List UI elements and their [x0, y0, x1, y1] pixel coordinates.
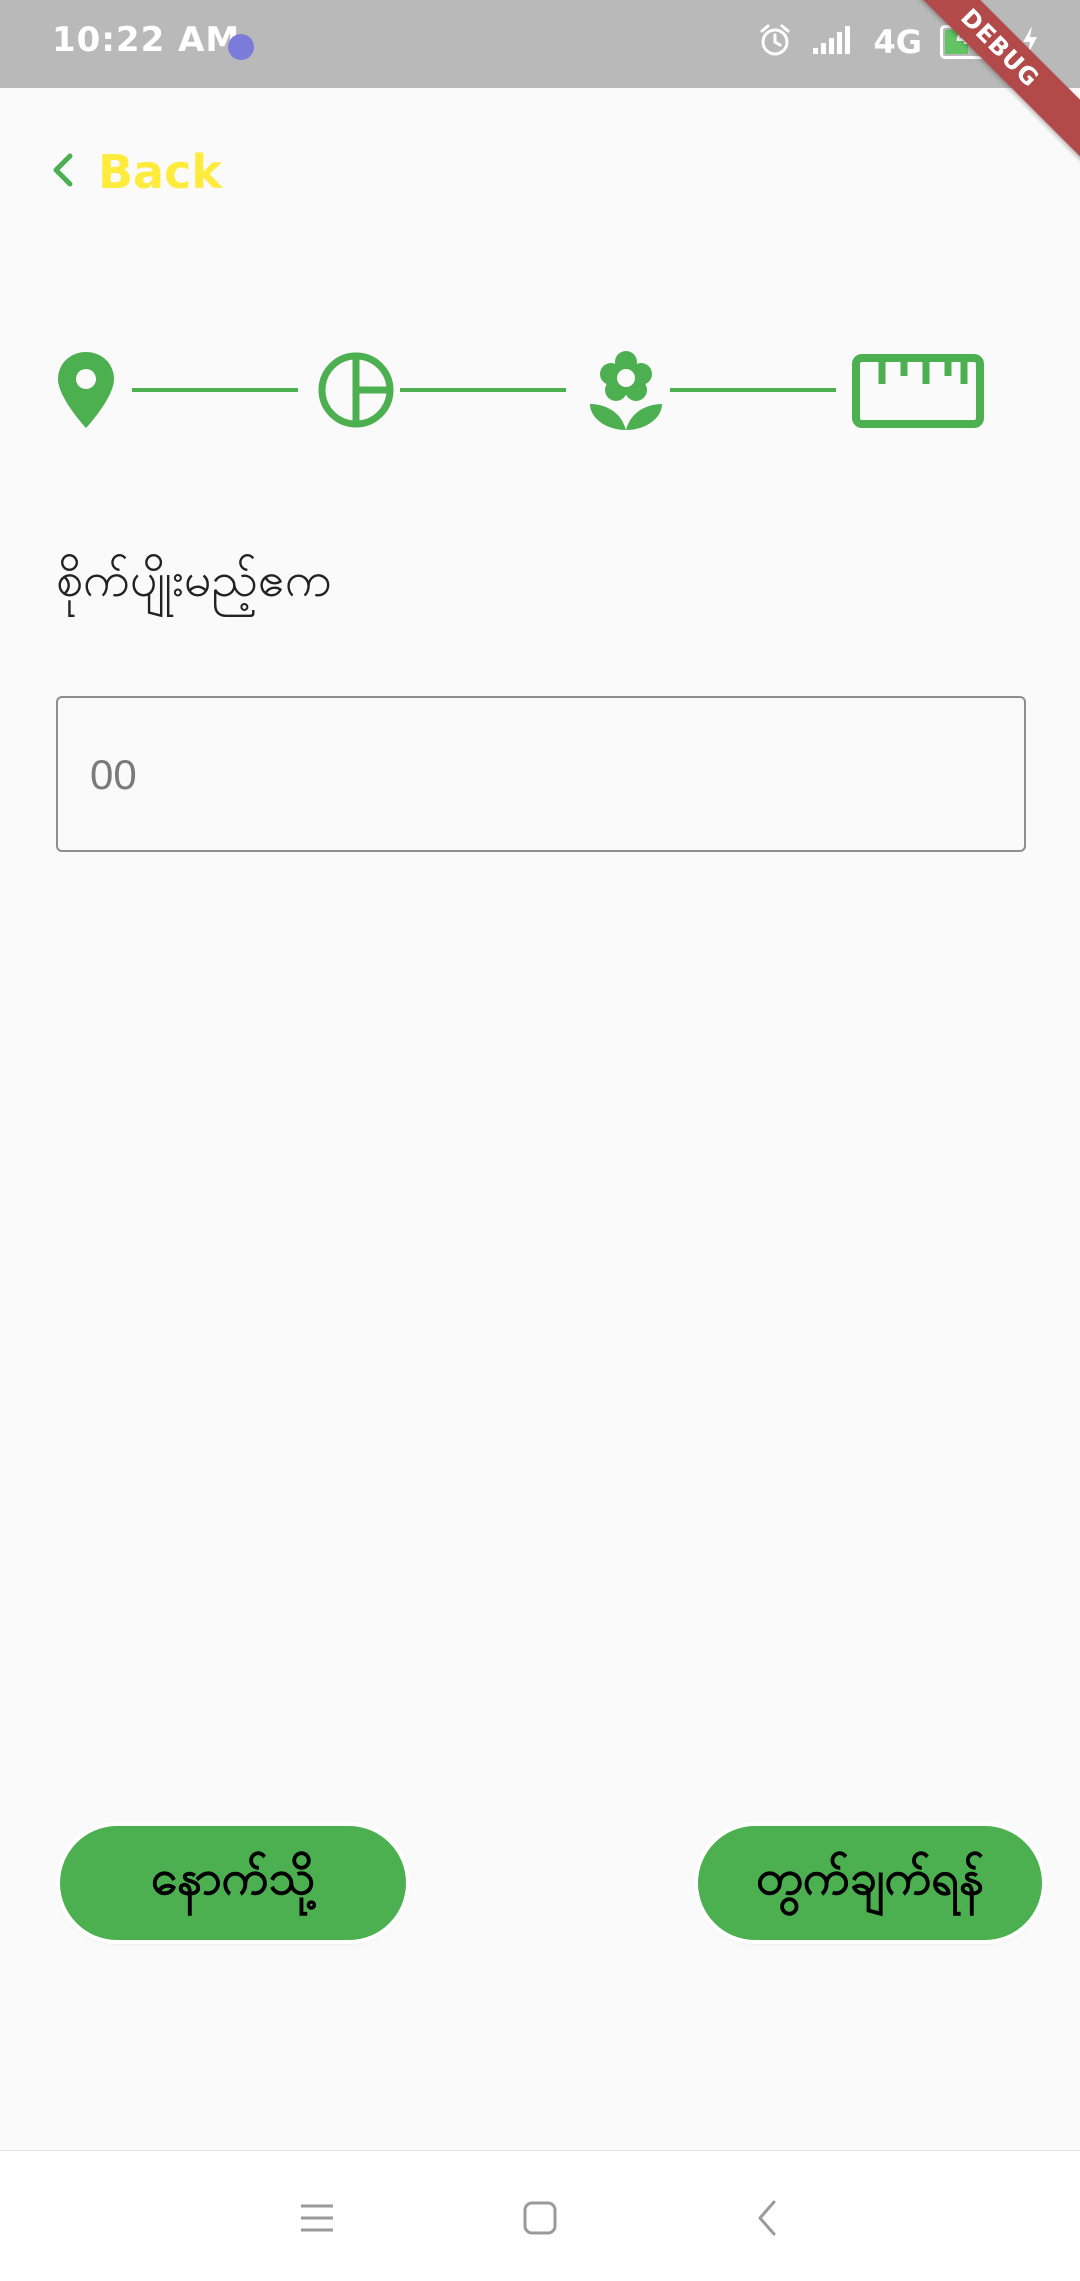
alarm-icon: [757, 22, 793, 62]
stepper-connector: [400, 388, 566, 392]
location-pin-icon: [54, 350, 118, 434]
ruler-icon: [852, 354, 984, 432]
back-label: Back: [98, 145, 222, 199]
calculate-button[interactable]: တွက်ချက်ရန်: [698, 1826, 1042, 1940]
page-title: စိုက်ပျိုးမည့်ဧက: [56, 552, 332, 608]
flower-icon: [586, 348, 666, 436]
back-nav-icon[interactable]: [732, 2183, 802, 2253]
app-notification-icon: [228, 34, 254, 60]
network-type: 4G: [873, 23, 922, 61]
status-time: 10:22 AM: [52, 20, 241, 60]
acre-input-container[interactable]: [56, 696, 1026, 852]
stepper-connector: [132, 388, 298, 392]
home-icon[interactable]: [505, 2183, 575, 2253]
back-button[interactable]: နောက်သို့: [60, 1826, 406, 1940]
status-bar: 10:22 AM 4G 47: [0, 0, 1080, 88]
system-nav-bar: [0, 2150, 1080, 2281]
stepper-connector: [670, 388, 836, 392]
pie-chart-icon: [316, 350, 396, 434]
menu-icon[interactable]: [282, 2183, 352, 2253]
signal-icon: [811, 24, 855, 60]
chevron-left-icon: [48, 150, 78, 194]
progress-stepper: [0, 330, 1080, 450]
back-link[interactable]: Back: [48, 140, 222, 204]
acre-input[interactable]: [88, 698, 992, 852]
